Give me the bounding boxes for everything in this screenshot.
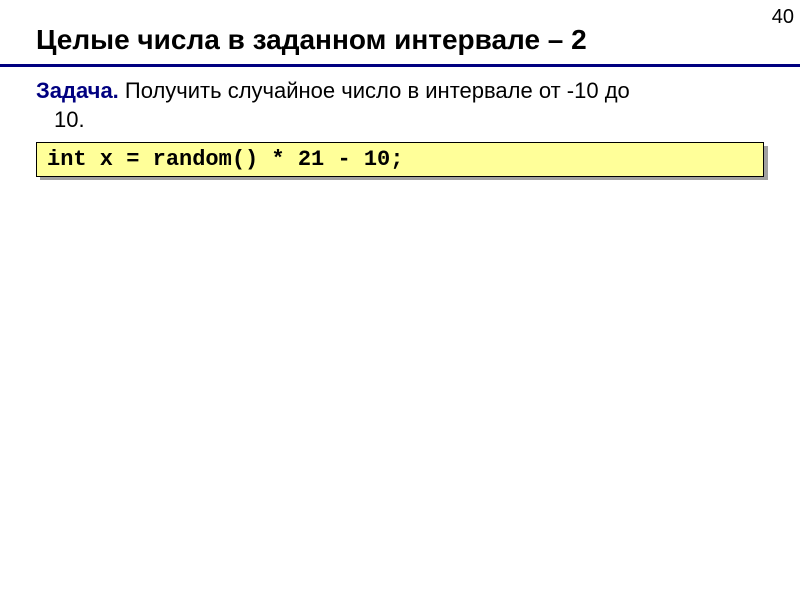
problem-statement: Задача. Получить случайное число в интер…: [36, 77, 764, 134]
content-area: Задача. Получить случайное число в интер…: [0, 67, 800, 177]
problem-label: Задача.: [36, 78, 119, 103]
code-box: int x = random() * 21 - 10;: [36, 142, 764, 177]
slide-title: Целые числа в заданном интервале – 2: [0, 0, 800, 67]
page-number: 40: [772, 6, 794, 29]
problem-body-line2: 10.: [36, 106, 764, 135]
code-box-wrapper: int x = random() * 21 - 10;: [36, 142, 764, 177]
problem-body-line1: Получить случайное число в интервале от …: [119, 78, 630, 103]
